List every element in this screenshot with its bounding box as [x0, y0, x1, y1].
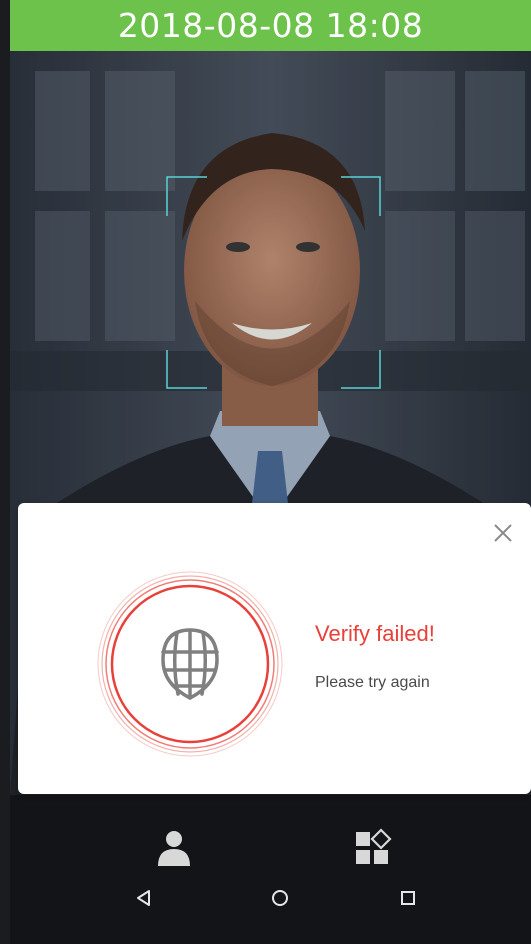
recents-button[interactable]: [388, 880, 428, 916]
datetime: 2018-08-08 18:08: [117, 6, 424, 45]
home-button[interactable]: [260, 880, 300, 916]
recents-icon: [401, 891, 415, 905]
back-button[interactable]: [124, 880, 164, 916]
bottom-bar: [10, 795, 531, 944]
status-bar: 2018-08-08 18:08: [10, 0, 531, 51]
close-icon[interactable]: [489, 519, 517, 547]
face-mesh-icon: [161, 628, 219, 700]
failure-ring: [96, 570, 284, 758]
result-title: Verify failed!: [315, 621, 435, 646]
home-icon: [272, 890, 288, 906]
back-icon: [137, 890, 150, 906]
apps-icon[interactable]: [352, 828, 392, 868]
verify-result-dialog: Verify failed! Please try again: [18, 503, 531, 794]
user-icon[interactable]: [154, 828, 194, 868]
result-subtitle: Please try again: [315, 674, 430, 691]
